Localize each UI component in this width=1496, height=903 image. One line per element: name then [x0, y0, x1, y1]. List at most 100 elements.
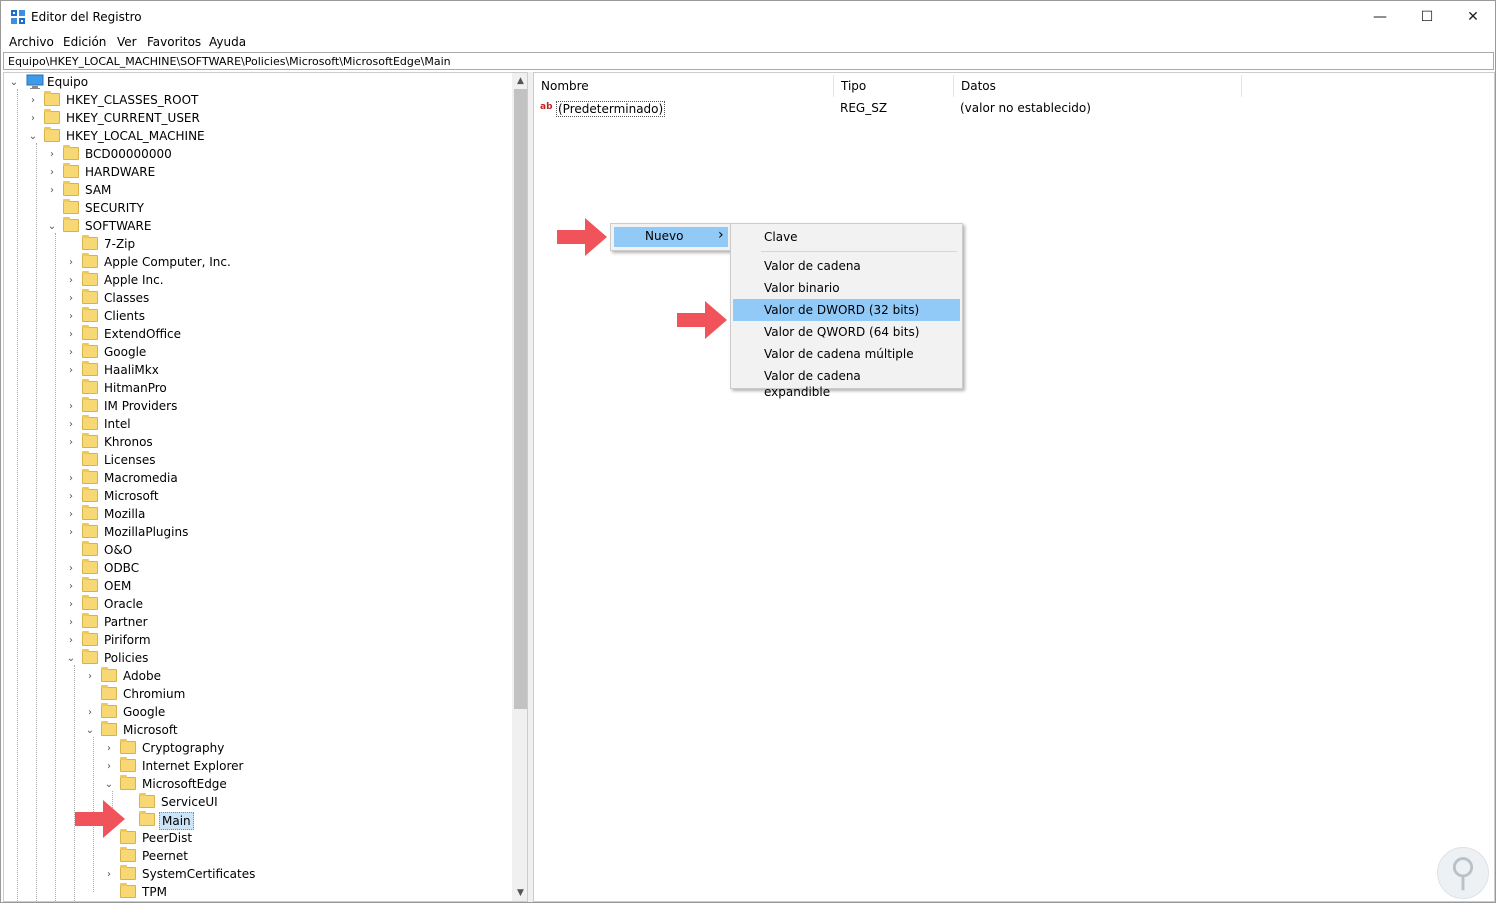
tree-item[interactable]: ⌄ Policies — [4, 649, 512, 667]
address-bar[interactable]: Equipo\HKEY_LOCAL_MACHINE\SOFTWARE\Polic… — [3, 52, 1494, 70]
chevron-right-icon[interactable]: › — [65, 435, 77, 449]
value-name[interactable]: (Predeterminado) — [556, 101, 666, 117]
tree-item[interactable]: › Apple Computer, Inc. — [4, 253, 512, 271]
chevron-right-icon[interactable]: › — [65, 561, 77, 575]
tree-item[interactable]: › Partner — [4, 613, 512, 631]
tree-item[interactable]: TPM — [4, 883, 512, 901]
chevron-right-icon[interactable]: › — [65, 633, 77, 647]
tree-item[interactable]: › HKEY_CURRENT_USER — [4, 109, 512, 127]
tree-item[interactable]: › SystemCertificates — [4, 865, 512, 883]
chevron-right-icon[interactable]: › — [65, 525, 77, 539]
tree-item[interactable]: ⌄ MicrosoftEdge — [4, 775, 512, 793]
scroll-down-icon[interactable]: ▼ — [512, 885, 527, 901]
menu-ayuda[interactable]: Ayuda — [209, 35, 246, 49]
tree-item[interactable]: ⌄ SOFTWARE — [4, 217, 512, 235]
chevron-right-icon[interactable]: › — [103, 867, 115, 881]
minimize-button[interactable]: — — [1357, 1, 1403, 32]
menu-archivo[interactable]: Archivo — [9, 35, 54, 49]
tree-item[interactable]: › Clients — [4, 307, 512, 325]
maximize-button[interactable]: ☐ — [1404, 1, 1450, 32]
tree-scrollbar[interactable]: ▲ ▼ — [512, 73, 527, 901]
chevron-right-icon[interactable]: › — [27, 93, 39, 107]
tree-item[interactable]: › Adobe — [4, 667, 512, 685]
tree-item[interactable]: SECURITY — [4, 199, 512, 217]
chevron-right-icon[interactable]: › — [65, 471, 77, 485]
chevron-right-icon[interactable]: › — [65, 255, 77, 269]
tree-item[interactable]: › HKEY_CLASSES_ROOT — [4, 91, 512, 109]
chevron-down-icon[interactable]: ⌄ — [84, 723, 96, 737]
chevron-right-icon[interactable]: › — [65, 291, 77, 305]
tree-item[interactable]: › Khronos — [4, 433, 512, 451]
chevron-right-icon[interactable]: › — [65, 597, 77, 611]
menu-item-valor-cadena-expandible[interactable]: Valor de cadena expandible — [733, 365, 960, 399]
tree-item[interactable]: › ODBC — [4, 559, 512, 577]
chevron-down-icon[interactable]: ⌄ — [103, 777, 115, 791]
chevron-right-icon[interactable]: › — [27, 111, 39, 125]
tree-item[interactable]: › Microsoft — [4, 487, 512, 505]
tree-item[interactable]: › OEM — [4, 577, 512, 595]
chevron-right-icon[interactable]: › — [103, 759, 115, 773]
tree-item[interactable]: Chromium — [4, 685, 512, 703]
menu-item-valor-qword[interactable]: Valor de QWORD (64 bits) — [733, 321, 960, 343]
chevron-right-icon[interactable]: › — [103, 741, 115, 755]
tree-item[interactable]: › Google — [4, 703, 512, 721]
chevron-right-icon[interactable]: › — [84, 705, 96, 719]
tree-item[interactable]: › Macromedia — [4, 469, 512, 487]
tree-item[interactable]: 7-Zip — [4, 235, 512, 253]
chevron-right-icon[interactable]: › — [65, 273, 77, 287]
tree-item[interactable]: › HARDWARE — [4, 163, 512, 181]
tree-item[interactable]: › BCD00000000 — [4, 145, 512, 163]
scrollbar-thumb[interactable] — [514, 89, 527, 709]
tree-item[interactable]: HitmanPro — [4, 379, 512, 397]
tree-item[interactable]: O&O — [4, 541, 512, 559]
menu-item-valor-dword[interactable]: Valor de DWORD (32 bits) — [733, 299, 960, 321]
tree-item[interactable]: › SAM — [4, 181, 512, 199]
menu-edicion[interactable]: Edición — [63, 35, 106, 49]
tree-item[interactable]: › Google — [4, 343, 512, 361]
chevron-right-icon[interactable]: › — [65, 417, 77, 431]
menu-item-nuevo[interactable]: Nuevo › — [614, 227, 728, 247]
tree-item[interactable]: › Intel — [4, 415, 512, 433]
tree-item[interactable]: Licenses — [4, 451, 512, 469]
chevron-right-icon[interactable]: › — [65, 507, 77, 521]
tree-item[interactable]: › HaaliMkx — [4, 361, 512, 379]
tree-item[interactable]: ⌄ HKEY_LOCAL_MACHINE — [4, 127, 512, 145]
tree-item[interactable]: › Mozilla — [4, 505, 512, 523]
chevron-right-icon[interactable]: › — [65, 363, 77, 377]
tree-item[interactable]: › ExtendOffice — [4, 325, 512, 343]
menu-favoritos[interactable]: Favoritos — [147, 35, 201, 49]
menu-item-valor-cadena-multiple[interactable]: Valor de cadena múltiple — [733, 343, 960, 365]
chevron-right-icon[interactable]: › — [65, 345, 77, 359]
scroll-up-icon[interactable]: ▲ — [512, 73, 527, 89]
chevron-down-icon[interactable]: ⌄ — [27, 129, 39, 143]
chevron-right-icon[interactable]: › — [46, 183, 58, 197]
chevron-down-icon[interactable]: ⌄ — [65, 651, 77, 665]
column-header-tipo[interactable]: Tipo — [834, 75, 954, 97]
tree-item[interactable]: › IM Providers — [4, 397, 512, 415]
tree-item[interactable]: Peernet — [4, 847, 512, 865]
close-button[interactable]: ✕ — [1450, 1, 1495, 32]
chevron-down-icon[interactable]: ⌄ — [8, 75, 20, 89]
tree-item[interactable]: › Classes — [4, 289, 512, 307]
menu-item-clave[interactable]: Clave — [733, 226, 960, 248]
chevron-right-icon[interactable]: › — [65, 579, 77, 593]
chevron-right-icon[interactable]: › — [84, 669, 96, 683]
chevron-down-icon[interactable]: ⌄ — [46, 219, 58, 233]
column-header-nombre[interactable]: Nombre — [534, 75, 834, 97]
menu-item-valor-binario[interactable]: Valor binario — [733, 277, 960, 299]
tree-item[interactable]: › Internet Explorer — [4, 757, 512, 775]
chevron-right-icon[interactable]: › — [65, 489, 77, 503]
menu-ver[interactable]: Ver — [117, 35, 137, 49]
chevron-right-icon[interactable]: › — [65, 399, 77, 413]
chevron-right-icon[interactable]: › — [65, 309, 77, 323]
tree-item[interactable]: › MozillaPlugins — [4, 523, 512, 541]
tree-item[interactable]: ⌄ Equipo — [4, 73, 512, 91]
menu-item-valor-cadena[interactable]: Valor de cadena — [733, 255, 960, 277]
tree-item[interactable]: ⌄ Microsoft — [4, 721, 512, 739]
tree-item[interactable]: › Cryptography — [4, 739, 512, 757]
tree-item[interactable]: › Apple Inc. — [4, 271, 512, 289]
chevron-right-icon[interactable]: › — [46, 165, 58, 179]
chevron-right-icon[interactable]: › — [65, 327, 77, 341]
chevron-right-icon[interactable]: › — [65, 615, 77, 629]
chevron-right-icon[interactable]: › — [46, 147, 58, 161]
